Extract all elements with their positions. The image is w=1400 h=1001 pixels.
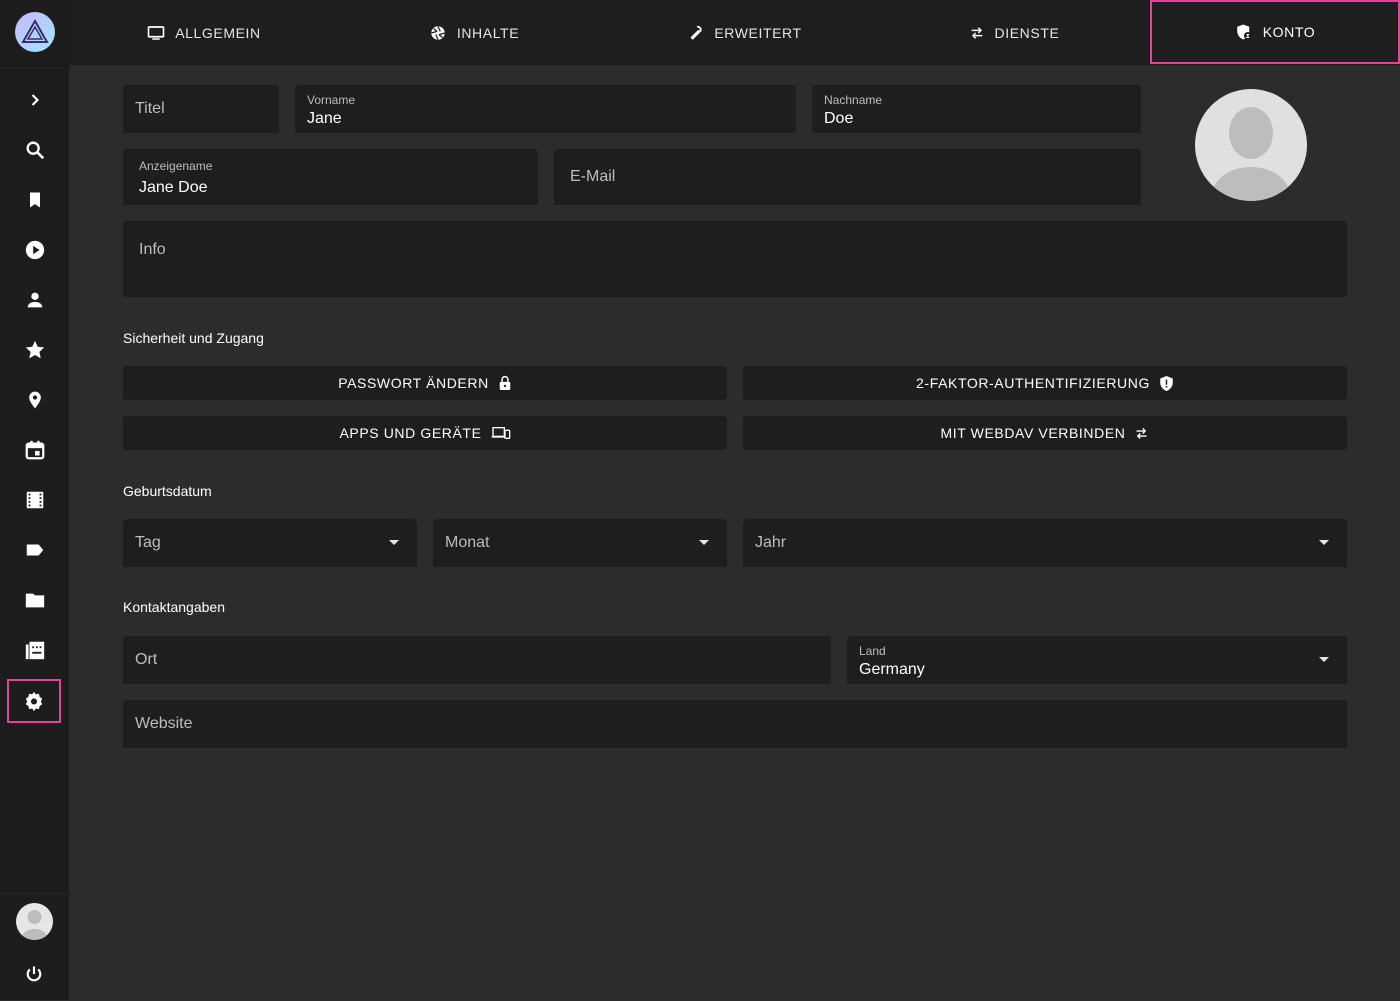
city-placeholder: Ort [135, 651, 158, 668]
displayname-field[interactable]: Anzeigename Jane Doe [123, 149, 538, 205]
country-value: Germany [859, 661, 925, 678]
devices-icon [482, 426, 511, 440]
settings-icon[interactable] [7, 679, 61, 723]
aperture-icon [429, 24, 457, 42]
title-placeholder: Titel [135, 100, 165, 117]
sidebar [0, 0, 69, 1000]
displayname-label: Anzeigename [139, 159, 213, 173]
change-password-button[interactable]: PASSWORT ÄNDERN [123, 366, 727, 400]
change-password-label: PASSWORT ÄNDERN [338, 375, 489, 391]
lock-icon [489, 375, 512, 391]
chevron-down-icon [1319, 657, 1329, 662]
tab-label: INHALTE [456, 24, 520, 41]
folder-icon[interactable] [8, 578, 62, 622]
person-icon[interactable] [8, 278, 62, 322]
library-icon[interactable] [8, 628, 62, 672]
contact-heading: Kontaktangaben [123, 599, 225, 615]
birthday-heading: Geburtsdatum [123, 483, 212, 499]
expand-icon[interactable] [8, 78, 62, 122]
app-logo[interactable] [15, 12, 55, 52]
play-icon[interactable] [8, 228, 62, 272]
email-placeholder: E-Mail [570, 168, 616, 185]
year-select[interactable]: Jahr [743, 519, 1347, 567]
chevron-down-icon [1319, 540, 1329, 545]
tab-dienste[interactable]: DIENSTE [879, 0, 1149, 65]
swap-icon [969, 26, 995, 40]
apps-devices-label: APPS UND GERÄTE [339, 425, 482, 441]
two-factor-button[interactable]: 2-FAKTOR-AUTHENTIFIZIERUNG [743, 366, 1347, 400]
firstname-value: Jane [307, 110, 342, 127]
year-placeholder: Jahr [755, 534, 787, 551]
firstname-field[interactable]: Vorname Jane [295, 85, 796, 133]
firstname-label: Vorname [307, 93, 356, 107]
monitor-icon [147, 25, 175, 41]
webdav-label: MIT WEBDAV VERBINDEN [940, 425, 1126, 441]
email-field[interactable]: E-Mail [554, 149, 1141, 205]
tab-label: KONTO [1262, 24, 1316, 40]
day-select[interactable]: Tag [123, 519, 417, 567]
website-placeholder: Website [135, 715, 193, 732]
info-textarea[interactable]: Info [123, 221, 1347, 297]
tab-label: ALLGEMEIN [175, 24, 261, 41]
sidebar-bottom [0, 893, 69, 1001]
chevron-down-icon [389, 540, 399, 545]
tab-label: DIENSTE [994, 24, 1060, 41]
apps-devices-button[interactable]: APPS UND GERÄTE [123, 416, 727, 450]
country-label: Land [859, 644, 886, 658]
tab-erweitert[interactable]: ERWEITERT [609, 0, 879, 65]
calendar-icon[interactable] [8, 428, 62, 472]
city-field[interactable]: Ort [123, 636, 831, 684]
account-shield-icon [1235, 23, 1263, 41]
film-icon[interactable] [8, 478, 62, 522]
tab-inhalte[interactable]: INHALTE [339, 0, 609, 65]
logo-area [0, 0, 69, 66]
title-field[interactable]: Titel [123, 85, 279, 133]
search-icon[interactable] [8, 128, 62, 172]
swap-icon [1125, 427, 1149, 440]
tab-konto[interactable]: KONTO [1150, 0, 1400, 64]
country-select[interactable]: Land Germany [847, 636, 1347, 684]
displayname-value: Jane Doe [139, 179, 208, 196]
wrench-icon [686, 24, 714, 42]
star-icon[interactable] [8, 328, 62, 372]
two-factor-label: 2-FAKTOR-AUTHENTIFIZIERUNG [916, 375, 1150, 391]
month-placeholder: Monat [445, 534, 490, 551]
location-icon[interactable] [8, 378, 62, 422]
lastname-value: Doe [824, 110, 854, 127]
lastname-label: Nachname [824, 93, 883, 107]
tab-allgemein[interactable]: ALLGEMEIN [69, 0, 339, 65]
lastname-field[interactable]: Nachname Doe [812, 85, 1141, 133]
tab-label: ERWEITERT [714, 24, 802, 41]
user-avatar[interactable] [16, 903, 53, 940]
power-icon[interactable] [14, 954, 54, 994]
settings-tabs: ALLGEMEIN INHALTE ERWEITERT DIENSTE KONT… [69, 0, 1400, 65]
website-field[interactable]: Website [123, 700, 1347, 748]
webdav-button[interactable]: MIT WEBDAV VERBINDEN [743, 416, 1347, 450]
month-select[interactable]: Monat [433, 519, 727, 567]
shield-alert-icon [1150, 375, 1174, 392]
chevron-down-icon [699, 540, 709, 545]
profile-avatar[interactable] [1195, 89, 1307, 201]
security-heading: Sicherheit und Zugang [123, 330, 264, 346]
day-placeholder: Tag [135, 534, 161, 551]
bookmark-icon[interactable] [8, 178, 62, 222]
label-icon[interactable] [8, 528, 62, 572]
info-placeholder: Info [139, 241, 166, 258]
